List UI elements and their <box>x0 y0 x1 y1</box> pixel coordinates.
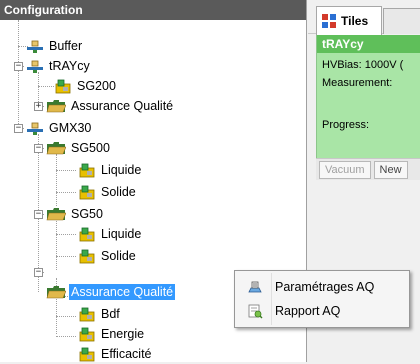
tree-item-gmx30[interactable]: GMX30 <box>26 118 93 138</box>
tree-item-traycy[interactable]: tRAYcy <box>26 56 92 76</box>
menu-item-label: Paramétrages AQ <box>275 280 375 294</box>
tile-measurement: Measurement: <box>322 77 393 89</box>
measurement-icon <box>79 347 95 362</box>
menu-item-label: Rapport AQ <box>275 304 341 318</box>
folder-icon <box>46 208 66 221</box>
vacuum-button[interactable]: Vacuum <box>319 160 371 179</box>
measurement-icon <box>79 249 95 264</box>
tree-item-liquide-2[interactable]: Liquide <box>78 224 143 244</box>
tree-item-label: SG500 <box>71 141 110 155</box>
new-button[interactable]: New <box>373 160 408 179</box>
measurement-icon <box>79 163 95 178</box>
tree-item-label: Liquide <box>101 227 142 241</box>
tab-strip: Tiles <box>308 0 420 35</box>
collapse-toggle-gmx30[interactable]: − <box>14 124 23 133</box>
tree-item-label: Bdf <box>101 307 120 321</box>
tab-tiles-label: Tiles <box>341 14 369 28</box>
tree-item-liquide-1[interactable]: Liquide <box>78 160 143 180</box>
network-node-icon <box>27 122 43 135</box>
tree-item-label: SG200 <box>77 79 116 93</box>
tile-progress: Progress: <box>322 119 370 131</box>
tree-item-solide-2[interactable]: Solide <box>78 246 138 266</box>
tree-item-label: Solide <box>101 185 136 199</box>
tile-title: tRAYcy <box>317 35 420 53</box>
tree-item-sg500[interactable]: SG500 <box>46 138 112 158</box>
collapse-toggle-traycy[interactable]: − <box>14 62 23 71</box>
folder-icon <box>46 100 66 113</box>
tile-traycy[interactable]: tRAYcy HVBias: 1000V ( Measurement: Prog… <box>316 35 420 170</box>
tiles-icon <box>322 14 336 28</box>
tree-item-label: Efficacité <box>101 347 152 361</box>
tree-item-energie[interactable]: Energie <box>78 324 146 344</box>
expand-toggle-assurance-1[interactable]: + <box>34 102 43 111</box>
tree-item-label: Assurance Qualité <box>71 99 174 113</box>
tree-item-buffer[interactable]: Buffer <box>26 36 84 56</box>
context-menu: Paramétrages AQ Rapport AQ <box>234 270 410 328</box>
tree-item-label: Assurance Qualité <box>69 284 176 300</box>
tree-item-assurance-qualite-2[interactable]: Assurance Qualité <box>46 282 176 302</box>
collapse-toggle-sg50[interactable]: − <box>34 210 43 219</box>
tile-button-bar: Vacuum New <box>316 158 420 180</box>
tree-item-label: Liquide <box>101 163 142 177</box>
measurement-icon <box>79 227 95 242</box>
collapse-toggle-sg500[interactable]: − <box>34 144 43 153</box>
measurement-icon <box>55 79 71 94</box>
report-icon <box>248 304 263 319</box>
tree-item-label: GMX30 <box>49 121 92 135</box>
tree-item-solide-1[interactable]: Solide <box>78 182 138 202</box>
measurement-icon <box>79 185 95 200</box>
collapse-toggle-assurance-2[interactable]: − <box>34 268 43 277</box>
tree-item-assurance-qualite-1[interactable]: Assurance Qualité <box>46 96 175 116</box>
measurement-icon <box>79 307 95 322</box>
tree-item-bdf[interactable]: Bdf <box>78 304 122 324</box>
folder-icon <box>46 142 66 155</box>
configuration-title: Configuration <box>0 0 306 20</box>
tab-tiles[interactable]: Tiles <box>316 6 382 35</box>
menu-item-parametrages-aq[interactable]: Paramétrages AQ <box>235 276 409 298</box>
tree-item-label: Buffer <box>49 39 83 53</box>
tree-item-label: SG50 <box>71 207 103 221</box>
tree-item-efficacite[interactable]: Efficacité <box>78 344 154 364</box>
tile-hvbias: HVBias: 1000V ( <box>322 59 404 71</box>
tree-item-sg200[interactable]: SG200 <box>54 76 118 96</box>
tree-item-label: Solide <box>101 249 136 263</box>
settings-icon <box>248 281 262 293</box>
tree-item-label: Energie <box>101 327 145 341</box>
tree-item-label: tRAYcy <box>49 59 90 73</box>
tab-next[interactable] <box>383 8 420 34</box>
network-node-icon <box>27 40 43 53</box>
tree-item-sg50[interactable]: SG50 <box>46 204 105 224</box>
menu-item-rapport-aq[interactable]: Rapport AQ <box>235 300 409 322</box>
network-node-icon <box>27 60 43 73</box>
folder-icon <box>46 286 66 299</box>
measurement-icon <box>79 327 95 342</box>
